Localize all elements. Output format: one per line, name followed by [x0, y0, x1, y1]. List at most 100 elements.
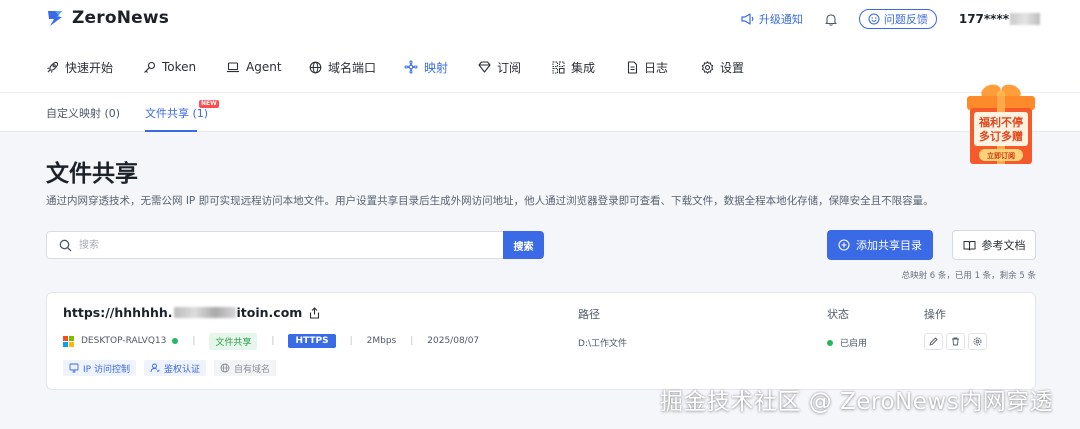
feedback-button[interactable]: 问题反馈: [858, 9, 937, 29]
search-button[interactable]: 搜索: [503, 231, 544, 259]
nav-label: 设置: [720, 60, 745, 75]
promo-gift-banner[interactable]: 福利不停 多订多赠 立即订阅: [965, 82, 1037, 168]
domain-suffix: itoin.com: [236, 305, 303, 320]
nav-item-settings[interactable]: 设置: [701, 56, 771, 78]
feature-tags: IP 访问控制 鉴权认证 自有域名: [63, 360, 276, 376]
online-dot: [172, 338, 179, 344]
promo-line-2: 多订多赠: [979, 130, 1023, 143]
nav-label: 集成: [571, 60, 596, 75]
document-icon: [627, 60, 638, 74]
user-menu[interactable]: 177****: [959, 12, 1040, 26]
globe-icon: [309, 61, 322, 73]
feature-label: 鉴权认证: [163, 364, 200, 375]
delete-button[interactable]: [946, 333, 965, 350]
globe-icon: [220, 363, 230, 373]
redacted-blur: [1010, 13, 1040, 25]
type-tag: 文件共享: [209, 332, 258, 350]
feedback-label: 问题反馈: [883, 13, 928, 26]
user-phone: 177****: [958, 12, 1009, 26]
nav-label: 映射: [424, 60, 449, 75]
smile-icon: [868, 13, 880, 25]
settings-button[interactable]: [968, 333, 987, 350]
share-meta: DESKTOP-RALVQ13 | 文件共享 | HTTPS | 2Mbps |…: [63, 332, 480, 350]
main-nav: 快速开始 Token Agent 域名端口 映射 订阅 集成 日志 设置: [46, 56, 771, 78]
nav-item-token[interactable]: Token: [143, 56, 226, 78]
page-description: 通过内网穿透技术，无需公网 IP 即可实现远程访问本地文件。用户设置共享目录后生…: [46, 195, 934, 207]
promo-cta[interactable]: 立即订阅: [979, 151, 1023, 161]
add-label: 添加共享目录: [856, 239, 922, 252]
nav-label: 订阅: [497, 60, 522, 75]
bandwidth: 2Mbps: [366, 336, 397, 346]
key-icon: [144, 61, 156, 73]
search-bar: 搜索: [46, 231, 544, 259]
add-share-directory-button[interactable]: 添加共享目录: [827, 230, 933, 260]
nav-item-quickstart[interactable]: 快速开始: [46, 56, 143, 78]
feature-label: IP 访问控制: [83, 364, 130, 375]
windows-icon: [63, 335, 74, 347]
pencil-icon: [929, 337, 938, 346]
reference-docs-button[interactable]: 参考文档: [952, 230, 1036, 260]
edit-button[interactable]: [924, 333, 943, 350]
created-date: 2025/08/07: [427, 336, 480, 346]
header-actions: 升级通知 问题反馈 177****: [741, 8, 1040, 30]
column-header-status: 状态: [827, 308, 849, 321]
share-path: D:\工作文件: [578, 339, 627, 349]
nav-label: Agent: [246, 60, 282, 74]
doc-label: 参考文档: [981, 239, 1026, 252]
integration-icon: [552, 61, 565, 73]
rocket-icon: [47, 61, 59, 73]
protocol-tag: HTTPS: [288, 334, 336, 348]
share-icon[interactable]: [309, 306, 320, 319]
watermark: 掘金技术社区 @ ZeroNews内网穿透: [660, 389, 1054, 415]
feature-ip-access-control[interactable]: IP 访问控制: [63, 360, 136, 376]
logo[interactable]: ZeroNews: [46, 8, 169, 28]
active-tab-indicator: [145, 130, 197, 132]
nav-label: 日志: [644, 60, 669, 75]
page-title: 文件共享: [46, 161, 138, 187]
book-icon: [963, 240, 975, 250]
feature-custom-domain[interactable]: 自有域名: [213, 360, 276, 376]
gear-icon: [973, 337, 982, 346]
status-label: 已启用: [840, 339, 868, 349]
nav-label: 快速开始: [65, 60, 114, 75]
bell-icon: [825, 13, 837, 26]
sub-tabs: 自定义映射 (0) 文件共享 (1): [0, 92, 1080, 132]
nav-item-mapping[interactable]: 映射: [404, 56, 478, 78]
mapping-icon: [404, 60, 418, 74]
nav-item-subscription[interactable]: 订阅: [478, 56, 552, 78]
laptop-icon: [227, 62, 239, 73]
tab-custom-mapping[interactable]: 自定义映射 (0): [46, 105, 120, 121]
logo-icon: [48, 11, 62, 26]
nav-item-integration[interactable]: 集成: [552, 56, 627, 78]
top-bar: ZeroNews 升级通知 问题反馈 177**** 快速开始 Token Ag…: [0, 0, 1080, 92]
app-name: ZeroNews: [72, 8, 170, 28]
nav-item-logs[interactable]: 日志: [627, 56, 701, 78]
upgrade-notice-button[interactable]: 升级通知: [741, 11, 803, 27]
search-input[interactable]: [79, 232, 499, 258]
plus-circle-icon: [838, 239, 850, 251]
nav-label: Token: [162, 60, 197, 74]
redacted-blur: [173, 307, 236, 318]
monitor-shield-icon: [69, 363, 79, 373]
nav-label: 域名端口: [328, 60, 377, 75]
column-header-path: 路径: [578, 308, 600, 321]
share-card: https://hhhhhh. itoin.com 路径 状态 操作 DESKT…: [46, 292, 1036, 390]
nav-item-agent[interactable]: Agent: [226, 56, 309, 78]
nav-item-domain-port[interactable]: 域名端口: [309, 56, 404, 78]
diamond-icon: [478, 61, 491, 73]
megaphone-icon: [741, 13, 754, 25]
status-dot: [827, 339, 833, 346]
share-domain[interactable]: https://hhhhhh. itoin.com: [63, 305, 320, 320]
share-status: 已启用: [827, 336, 867, 349]
trash-icon: [952, 337, 959, 346]
mapping-stats: 总映射 6 条，已用 1 条，剩余 5 条: [901, 271, 1036, 281]
feature-label: 自有域名: [233, 364, 270, 375]
notification-button[interactable]: [825, 13, 837, 26]
row-actions: [924, 333, 987, 350]
feature-auth[interactable]: 鉴权认证: [143, 360, 206, 376]
column-header-ops: 操作: [924, 308, 946, 321]
upgrade-label: 升级通知: [758, 13, 803, 26]
search-icon: [59, 239, 72, 252]
new-badge: NEW: [199, 100, 219, 108]
domain-prefix: https://hhhhhh.: [63, 305, 173, 320]
